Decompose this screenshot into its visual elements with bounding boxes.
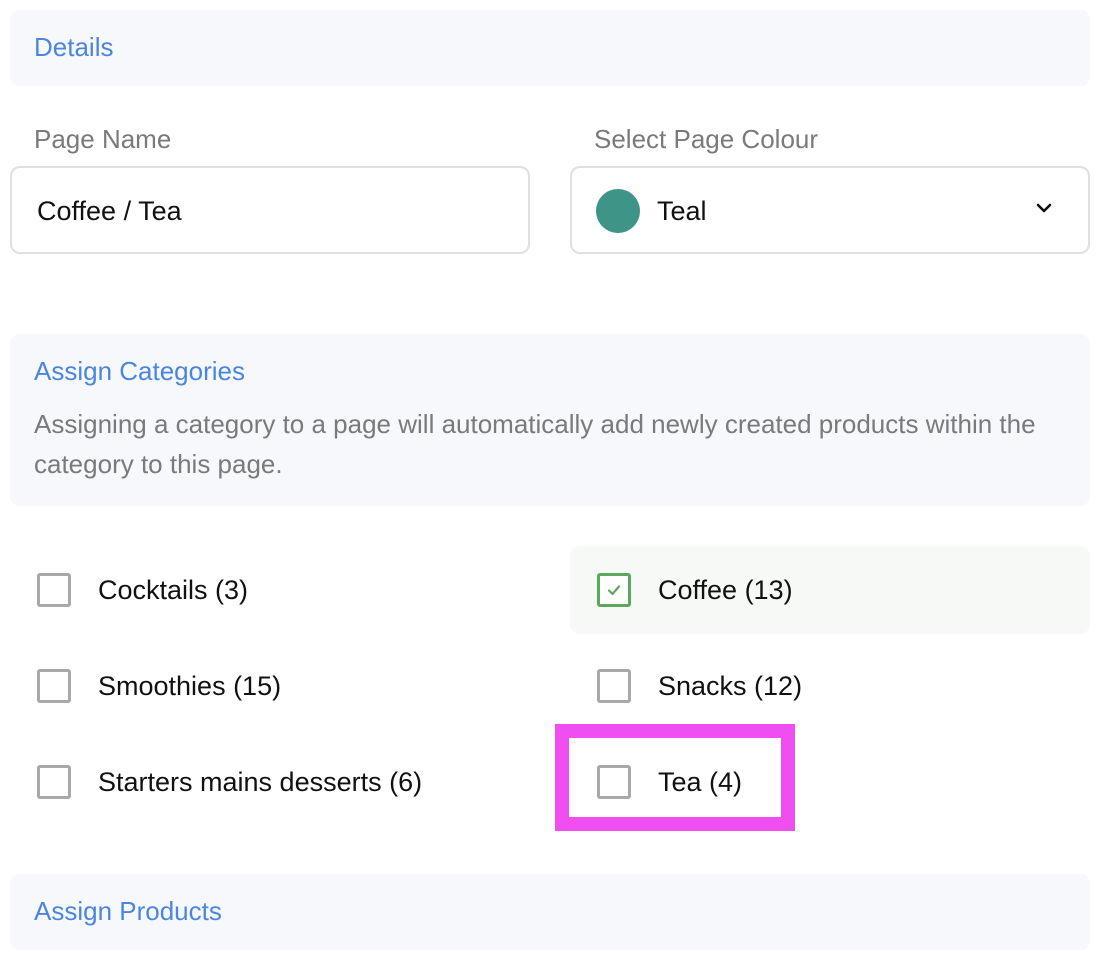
- page-name-value: Coffee / Tea: [37, 196, 182, 226]
- category-label: Coffee (13): [658, 575, 793, 605]
- details-title: Details: [34, 32, 114, 62]
- chevron-down-icon: [1034, 198, 1054, 218]
- category-label: Snacks (12): [658, 671, 803, 701]
- page: Details Page Name Coffee / Tea Select Pa…: [0, 0, 1110, 968]
- category-item[interactable]: Coffee (13): [570, 546, 1090, 634]
- checkbox[interactable]: [597, 669, 631, 703]
- colour-swatch: [596, 189, 640, 233]
- categories-section-header: Assign Categories Assigning a category t…: [10, 334, 1090, 506]
- category-item[interactable]: Cocktails (3): [10, 546, 530, 634]
- page-name-label: Page Name: [34, 124, 172, 154]
- category-label: Starters mains desserts (6): [98, 767, 423, 797]
- details-section-header: Details: [10, 10, 1090, 86]
- checkbox[interactable]: [37, 765, 71, 799]
- category-item[interactable]: Starters mains desserts (6): [10, 738, 530, 826]
- category-item[interactable]: Smoothies (15): [10, 642, 530, 730]
- page-colour-value: Teal: [657, 196, 707, 226]
- checkbox[interactable]: [37, 669, 71, 703]
- products-section-header: Assign Products: [10, 874, 1090, 950]
- categories-title: Assign Categories: [34, 356, 245, 386]
- page-name-input[interactable]: Coffee / Tea: [10, 166, 530, 254]
- products-title: Assign Products: [34, 896, 222, 926]
- category-item[interactable]: Snacks (12): [570, 642, 1090, 730]
- page-colour-label: Select Page Colour: [594, 124, 819, 154]
- page-colour-select[interactable]: Teal: [570, 166, 1090, 254]
- highlight-box: [555, 724, 795, 831]
- category-label: Cocktails (3): [98, 575, 249, 605]
- checkbox[interactable]: [37, 573, 71, 607]
- category-label: Smoothies (15): [98, 671, 282, 701]
- checkbox-checked[interactable]: [597, 573, 631, 607]
- categories-description: Assigning a category to a page will auto…: [34, 409, 1036, 479]
- checkmark-icon: [607, 585, 621, 596]
